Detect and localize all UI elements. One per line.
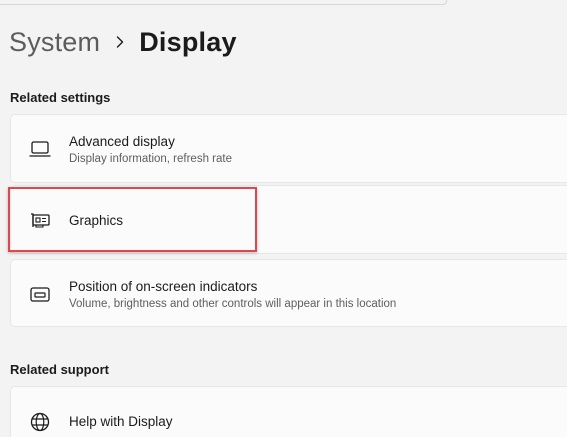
position-of-on-screen-indicators-label: Position of on-screen indicators xyxy=(69,279,258,294)
breadcrumb-system-link[interactable]: System xyxy=(9,27,100,58)
help-with-display-label: Help with Display xyxy=(69,414,173,429)
globe-icon xyxy=(29,411,51,433)
graphics-label: Graphics xyxy=(69,213,124,228)
related-support-heading: Related support xyxy=(10,362,109,377)
related-settings-heading: Related settings xyxy=(10,90,111,105)
graphics-card-icon xyxy=(29,210,51,232)
chevron-right-icon xyxy=(116,36,124,48)
monitor-icon xyxy=(29,138,51,160)
window-top-edge xyxy=(0,0,447,5)
position-of-on-screen-indicators-description: Volume, brightness and other controls wi… xyxy=(69,298,397,310)
advanced-display-item[interactable]: Advanced display Display information, re… xyxy=(10,114,567,183)
advanced-display-description: Display information, refresh rate xyxy=(69,153,232,165)
page-title: Display xyxy=(139,26,237,57)
on-screen-indicator-icon xyxy=(29,284,51,306)
advanced-display-label: Advanced display xyxy=(69,134,175,149)
position-of-on-screen-indicators-item[interactable]: Position of on-screen indicators Volume,… xyxy=(10,259,567,327)
graphics-item[interactable]: Graphics xyxy=(10,185,567,254)
help-with-display-item[interactable]: Help with Display xyxy=(10,386,567,437)
breadcrumb: System Display xyxy=(9,22,237,62)
